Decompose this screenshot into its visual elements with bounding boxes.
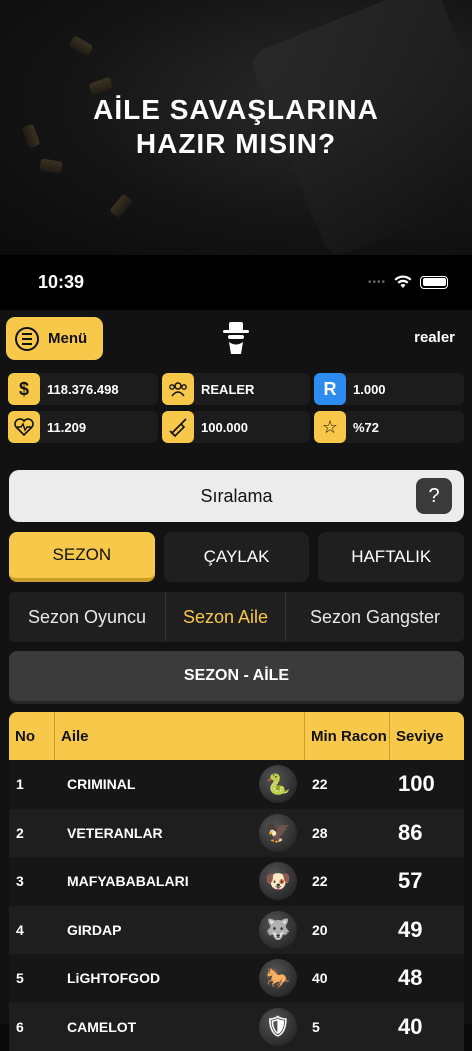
stat-value: REALER xyxy=(201,382,254,397)
app-screen: Menü realer $ 118.376.498 REALER R 1.000… xyxy=(0,310,472,1024)
dog-emblem-icon: 🐶 xyxy=(259,862,297,900)
cell-aile: CRIMINAL 🐍 xyxy=(55,765,305,803)
header-no: No xyxy=(9,712,55,760)
wifi-icon xyxy=(394,275,412,289)
cell-min-racon: 40 xyxy=(305,970,390,986)
table-row[interactable]: 1 CRIMINAL 🐍 22100 xyxy=(9,760,464,809)
cell-seviye: 49 xyxy=(390,917,464,943)
cell-no: 4 xyxy=(9,922,55,938)
cell-min-racon: 28 xyxy=(305,825,390,841)
status-bar: 10:39 •••• xyxy=(0,255,472,310)
stats-grid: $ 118.376.498 REALER R 1.000 11.209 100.… xyxy=(8,373,464,443)
stat-value: 100.000 xyxy=(201,420,248,435)
battery-icon xyxy=(420,276,448,289)
cell-no: 6 xyxy=(9,1019,55,1035)
period-tabs: SEZON ÇAYLAK HAFTALIK xyxy=(9,532,464,582)
tab-haftalik[interactable]: HAFTALIK xyxy=(318,532,464,582)
header-aile: Aile xyxy=(55,712,305,760)
stat-ammo: 100.000 xyxy=(162,411,310,443)
signal-icon: •••• xyxy=(368,277,386,288)
help-button[interactable]: ? xyxy=(416,478,452,514)
group-icon xyxy=(162,373,194,405)
subtab-sezon-oyuncu[interactable]: Sezon Oyuncu xyxy=(9,592,166,642)
family-name: VETERANLAR xyxy=(67,825,163,841)
ranking-table: No Aile Min Racon Seviye 1CRIMINAL🐍22100… xyxy=(9,712,464,1051)
stat-family: REALER xyxy=(162,373,310,405)
table-row[interactable]: 5 LiGHTOFGOD 🐎 4048 xyxy=(9,954,464,1003)
shield-emblem-icon: 🛡 xyxy=(259,1008,297,1046)
menu-label: Menü xyxy=(48,330,87,347)
horse-emblem-icon: 🐎 xyxy=(259,959,297,997)
bullet-icon xyxy=(162,411,194,443)
subtab-sezon-gangster[interactable]: Sezon Gangster xyxy=(286,592,464,642)
cell-seviye: 40 xyxy=(390,1014,464,1040)
promo-banner: AİLE SAVAŞLARINA HAZIR MISIN? xyxy=(0,0,472,255)
table-row[interactable]: 3 MAFYABABALARI 🐶 2257 xyxy=(9,857,464,906)
subtab-sezon-aile[interactable]: Sezon Aile xyxy=(166,592,286,642)
cell-min-racon: 22 xyxy=(305,776,390,792)
table-row[interactable]: 2 VETERANLAR 🦅 2886 xyxy=(9,809,464,858)
wolf-emblem-icon: 🐺 xyxy=(259,911,297,949)
page-title-label: Sıralama xyxy=(200,486,272,507)
cell-aile: VETERANLAR 🦅 xyxy=(55,814,305,852)
cell-min-racon: 22 xyxy=(305,873,390,889)
stat-money: $ 118.376.498 xyxy=(8,373,158,405)
dollar-icon: $ xyxy=(8,373,40,405)
table-row[interactable]: 4 GIRDAP 🐺 2049 xyxy=(9,906,464,955)
cell-min-racon: 5 xyxy=(305,1019,390,1035)
family-name: LiGHTOFGOD xyxy=(67,970,160,986)
promo-title: AİLE SAVAŞLARINA HAZIR MISIN? xyxy=(0,93,472,161)
bullet-shell-image xyxy=(109,194,132,219)
cell-no: 3 xyxy=(9,873,55,889)
cell-no: 1 xyxy=(9,776,55,792)
ranking-subtabs: Sezon Oyuncu Sezon Aile Sezon Gangster xyxy=(9,592,464,642)
menu-button[interactable]: Menü xyxy=(6,317,103,360)
status-time: 10:39 xyxy=(38,272,84,293)
table-header: No Aile Min Racon Seviye xyxy=(9,712,464,760)
cell-aile: LiGHTOFGOD 🐎 xyxy=(55,959,305,997)
heart-rate-icon xyxy=(8,411,40,443)
table-row[interactable]: 6 CAMELOT 🛡 540 xyxy=(9,1003,464,1051)
cell-seviye: 100 xyxy=(390,771,464,797)
stat-progress: ☆ %72 xyxy=(314,411,464,443)
username[interactable]: realer xyxy=(414,329,455,346)
cell-no: 2 xyxy=(9,825,55,841)
cell-min-racon: 20 xyxy=(305,922,390,938)
cell-seviye: 86 xyxy=(390,820,464,846)
header-seviye: Seviye xyxy=(390,712,464,760)
snake-emblem-icon: 🐍 xyxy=(259,765,297,803)
family-name: CAMELOT xyxy=(67,1019,136,1035)
cell-seviye: 48 xyxy=(390,965,464,991)
r-badge-icon: R xyxy=(314,373,346,405)
cell-aile: GIRDAP 🐺 xyxy=(55,911,305,949)
stat-value: %72 xyxy=(353,420,379,435)
star-icon: ☆ xyxy=(314,411,346,443)
tab-sezon[interactable]: SEZON xyxy=(9,532,155,582)
stat-r-points: R 1.000 xyxy=(314,373,464,405)
cell-aile: MAFYABABALARI 🐶 xyxy=(55,862,305,900)
section-title-button[interactable]: SEZON - AİLE xyxy=(9,651,464,701)
family-name: GIRDAP xyxy=(67,922,121,938)
stat-value: 1.000 xyxy=(353,382,386,397)
family-name: MAFYABABALARI xyxy=(67,873,189,889)
stat-value: 118.376.498 xyxy=(47,382,119,397)
cell-no: 5 xyxy=(9,970,55,986)
table-body: 1CRIMINAL🐍221002VETERANLAR🦅28863MAFYABAB… xyxy=(9,760,464,1051)
eagle-emblem-icon: 🦅 xyxy=(259,814,297,852)
cell-seviye: 57 xyxy=(390,868,464,894)
bullet-shell-image xyxy=(68,35,93,56)
header-min-racon: Min Racon xyxy=(305,712,390,760)
tab-caylak[interactable]: ÇAYLAK xyxy=(164,532,310,582)
mafia-logo-icon xyxy=(222,320,250,356)
family-name: CRIMINAL xyxy=(67,776,135,792)
cell-aile: CAMELOT 🛡 xyxy=(55,1008,305,1046)
menu-icon xyxy=(15,327,39,351)
stat-value: 11.209 xyxy=(47,420,86,435)
page-title: Sıralama ? xyxy=(9,470,464,522)
stat-health: 11.209 xyxy=(8,411,158,443)
